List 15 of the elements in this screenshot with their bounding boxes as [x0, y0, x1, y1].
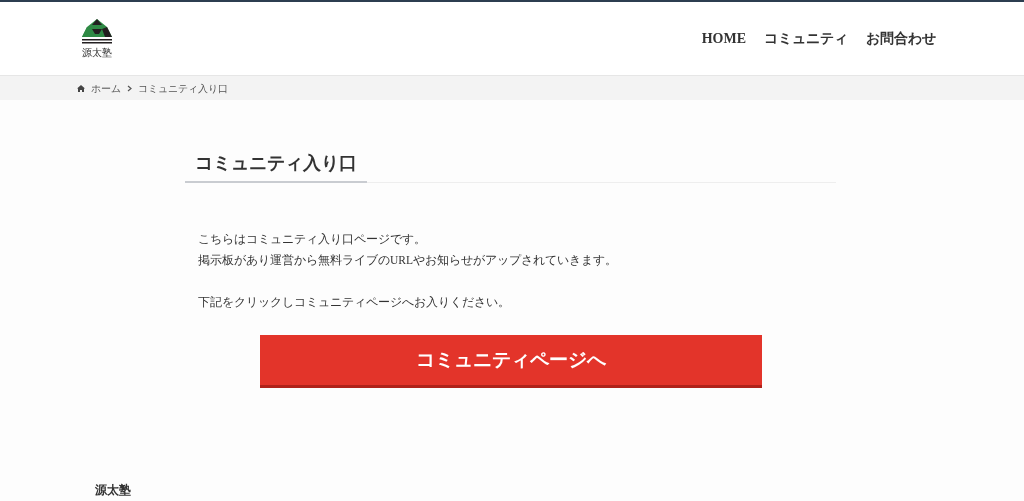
home-icon — [77, 84, 85, 92]
community-button[interactable]: コミュニティページへ — [260, 335, 762, 388]
breadcrumb-item[interactable]: ホーム — [91, 80, 121, 96]
nav-link[interactable]: お問合わせ — [866, 28, 936, 49]
nav-link[interactable]: HOME — [701, 28, 746, 49]
body-text: こちらはコミュニティ入り口ページです。 — [198, 232, 426, 247]
nav-link[interactable]: コミュニティ — [764, 28, 848, 49]
footer-title: 源太塾 — [95, 482, 132, 499]
breadcrumb-item: コミュニティ入り口 — [138, 81, 228, 96]
chevron-icon — [127, 84, 132, 92]
logo-text: 源太塾 — [82, 46, 112, 59]
body-text: 下記をクリックしコミュニティページへお入りください。 — [198, 295, 510, 310]
page-title: コミュニティ入り口 — [185, 150, 367, 183]
body-text: 掲示板があり運営から無料ライブのURLやお知らせがアップされていきます。 — [198, 253, 617, 268]
logo-icon — [80, 18, 114, 45]
